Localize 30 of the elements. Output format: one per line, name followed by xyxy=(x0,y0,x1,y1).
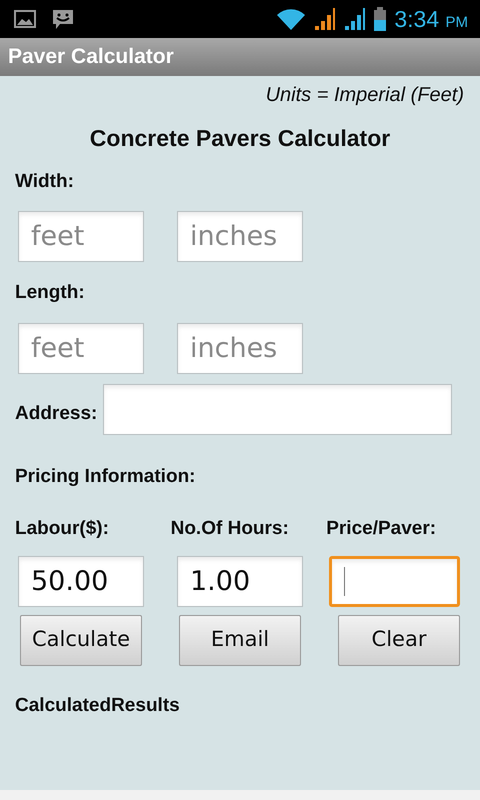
section-label: Pricing Information: xyxy=(15,464,196,488)
field-label: Length: xyxy=(15,281,86,305)
field-label: Address: xyxy=(15,402,98,426)
input-field[interactable]: 1.00 xyxy=(177,556,303,606)
picture-icon xyxy=(14,10,36,28)
field-label: No.Of Hours: xyxy=(170,517,290,541)
clock-time: 3:34 PM xyxy=(394,4,468,34)
wifi-icon xyxy=(276,7,306,31)
window-title: Paver Calculator xyxy=(8,44,174,70)
action-button[interactable]: Clear xyxy=(338,614,460,666)
results-label: CalculatedResults xyxy=(15,694,181,718)
signal-icon xyxy=(344,7,366,31)
field-label: Price/Paver: xyxy=(326,517,438,541)
input-field[interactable]: feet xyxy=(18,211,144,262)
action-button[interactable]: Calculate xyxy=(20,614,142,666)
input-field[interactable]: feet xyxy=(18,322,144,374)
input-field[interactable]: 50.00 xyxy=(18,556,144,606)
input-field[interactable]: inches xyxy=(177,322,303,374)
action-button[interactable]: Email xyxy=(179,614,301,666)
input-field[interactable]: inches xyxy=(177,211,303,262)
field-label: Labour($): xyxy=(15,517,110,541)
units-note: Units = Imperial (Feet) xyxy=(264,83,464,108)
input-field[interactable] xyxy=(329,556,460,606)
input-field[interactable] xyxy=(103,384,452,434)
signal-icon xyxy=(314,7,336,31)
text-cursor-icon xyxy=(344,566,345,596)
field-label: Width: xyxy=(15,170,75,194)
message-icon xyxy=(52,8,74,30)
battery-icon xyxy=(374,7,386,31)
heading: Concrete Pavers Calculator xyxy=(88,124,392,153)
